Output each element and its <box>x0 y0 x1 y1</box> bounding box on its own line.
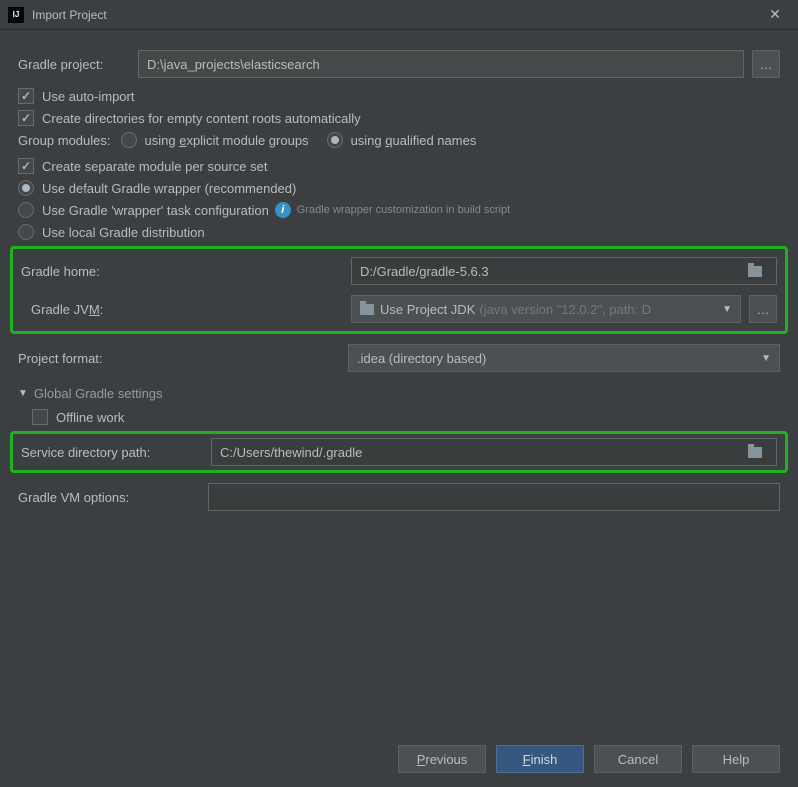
wrapper-task-radio[interactable] <box>18 202 34 218</box>
wrapper-local-label: Use local Gradle distribution <box>42 225 205 240</box>
create-dirs-checkbox[interactable] <box>18 110 34 126</box>
offline-work-checkbox[interactable] <box>32 409 48 425</box>
group-qualified-radio[interactable] <box>327 132 343 148</box>
window-title: Import Project <box>32 8 107 22</box>
wrapper-info-text: Gradle wrapper customization in build sc… <box>297 204 510 216</box>
group-modules-label: Group modules: <box>18 133 111 148</box>
chevron-down-icon: ▼ <box>761 353 771 364</box>
project-format-dropdown[interactable]: .idea (directory based) ▼ <box>348 344 780 372</box>
highlight-service-dir: Service directory path: C:/Users/thewind… <box>10 431 788 473</box>
titlebar: Import Project ✕ <box>0 0 798 30</box>
create-dirs-label: Create directories for empty content roo… <box>42 111 361 126</box>
auto-import-label: Use auto-import <box>42 89 134 104</box>
project-format-label: Project format: <box>18 351 348 366</box>
offline-work-label: Offline work <box>56 410 124 425</box>
gradle-jvm-dropdown[interactable]: Use Project JDK (java version "12.0.2", … <box>351 295 741 323</box>
browse-gradle-project-button[interactable]: … <box>752 50 780 78</box>
service-dir-input[interactable]: C:/Users/thewind/.gradle <box>211 438 777 466</box>
help-button[interactable]: Help <box>692 745 780 773</box>
vm-options-label: Gradle VM options: <box>18 490 208 505</box>
info-icon: i <box>275 202 291 218</box>
vm-options-input[interactable] <box>208 483 780 511</box>
gradle-jvm-label: Gradle JVM: <box>21 302 351 317</box>
group-explicit-radio[interactable] <box>121 132 137 148</box>
auto-import-checkbox[interactable] <box>18 88 34 104</box>
app-icon <box>8 7 24 23</box>
cancel-button[interactable]: Cancel <box>594 745 682 773</box>
gradle-jvm-value: Use Project JDK <box>380 302 475 317</box>
global-settings-toggle[interactable]: ▼ Global Gradle settings <box>18 386 780 401</box>
global-settings-title: Global Gradle settings <box>34 386 163 401</box>
folder-icon <box>360 304 374 315</box>
wrapper-default-label: Use default Gradle wrapper (recommended) <box>42 181 296 196</box>
separate-module-checkbox[interactable] <box>18 158 34 174</box>
project-format-value: .idea (directory based) <box>357 351 486 366</box>
wrapper-task-label: Use Gradle 'wrapper' task configuration <box>42 203 269 218</box>
service-dir-label: Service directory path: <box>21 445 211 460</box>
chevron-down-icon: ▼ <box>722 304 732 315</box>
gradle-project-label: Gradle project: <box>18 57 138 72</box>
wrapper-local-radio[interactable] <box>18 224 34 240</box>
group-explicit-label: using explicit module groups <box>145 133 309 148</box>
finish-button[interactable]: Finish <box>496 745 584 773</box>
gradle-home-value: D:/Gradle/gradle-5.6.3 <box>360 264 489 279</box>
highlight-gradle-home-jvm: Gradle home: D:/Gradle/gradle-5.6.3 Grad… <box>10 246 788 334</box>
close-icon[interactable]: ✕ <box>760 0 790 30</box>
service-dir-value: C:/Users/thewind/.gradle <box>220 445 362 460</box>
button-bar: Previous Finish Cancel Help <box>398 745 780 773</box>
gradle-home-label: Gradle home: <box>21 264 351 279</box>
wrapper-default-radio[interactable] <box>18 180 34 196</box>
gradle-home-input[interactable]: D:/Gradle/gradle-5.6.3 <box>351 257 777 285</box>
gradle-project-input[interactable] <box>138 50 744 78</box>
separate-module-label: Create separate module per source set <box>42 159 267 174</box>
group-qualified-label: using qualified names <box>351 133 477 148</box>
previous-button[interactable]: Previous <box>398 745 486 773</box>
chevron-down-icon: ▼ <box>18 388 28 399</box>
folder-icon <box>748 266 762 277</box>
gradle-jvm-hint: (java version "12.0.2", path: D <box>479 302 651 317</box>
folder-icon <box>748 447 762 458</box>
browse-jvm-button[interactable]: … <box>749 295 777 323</box>
